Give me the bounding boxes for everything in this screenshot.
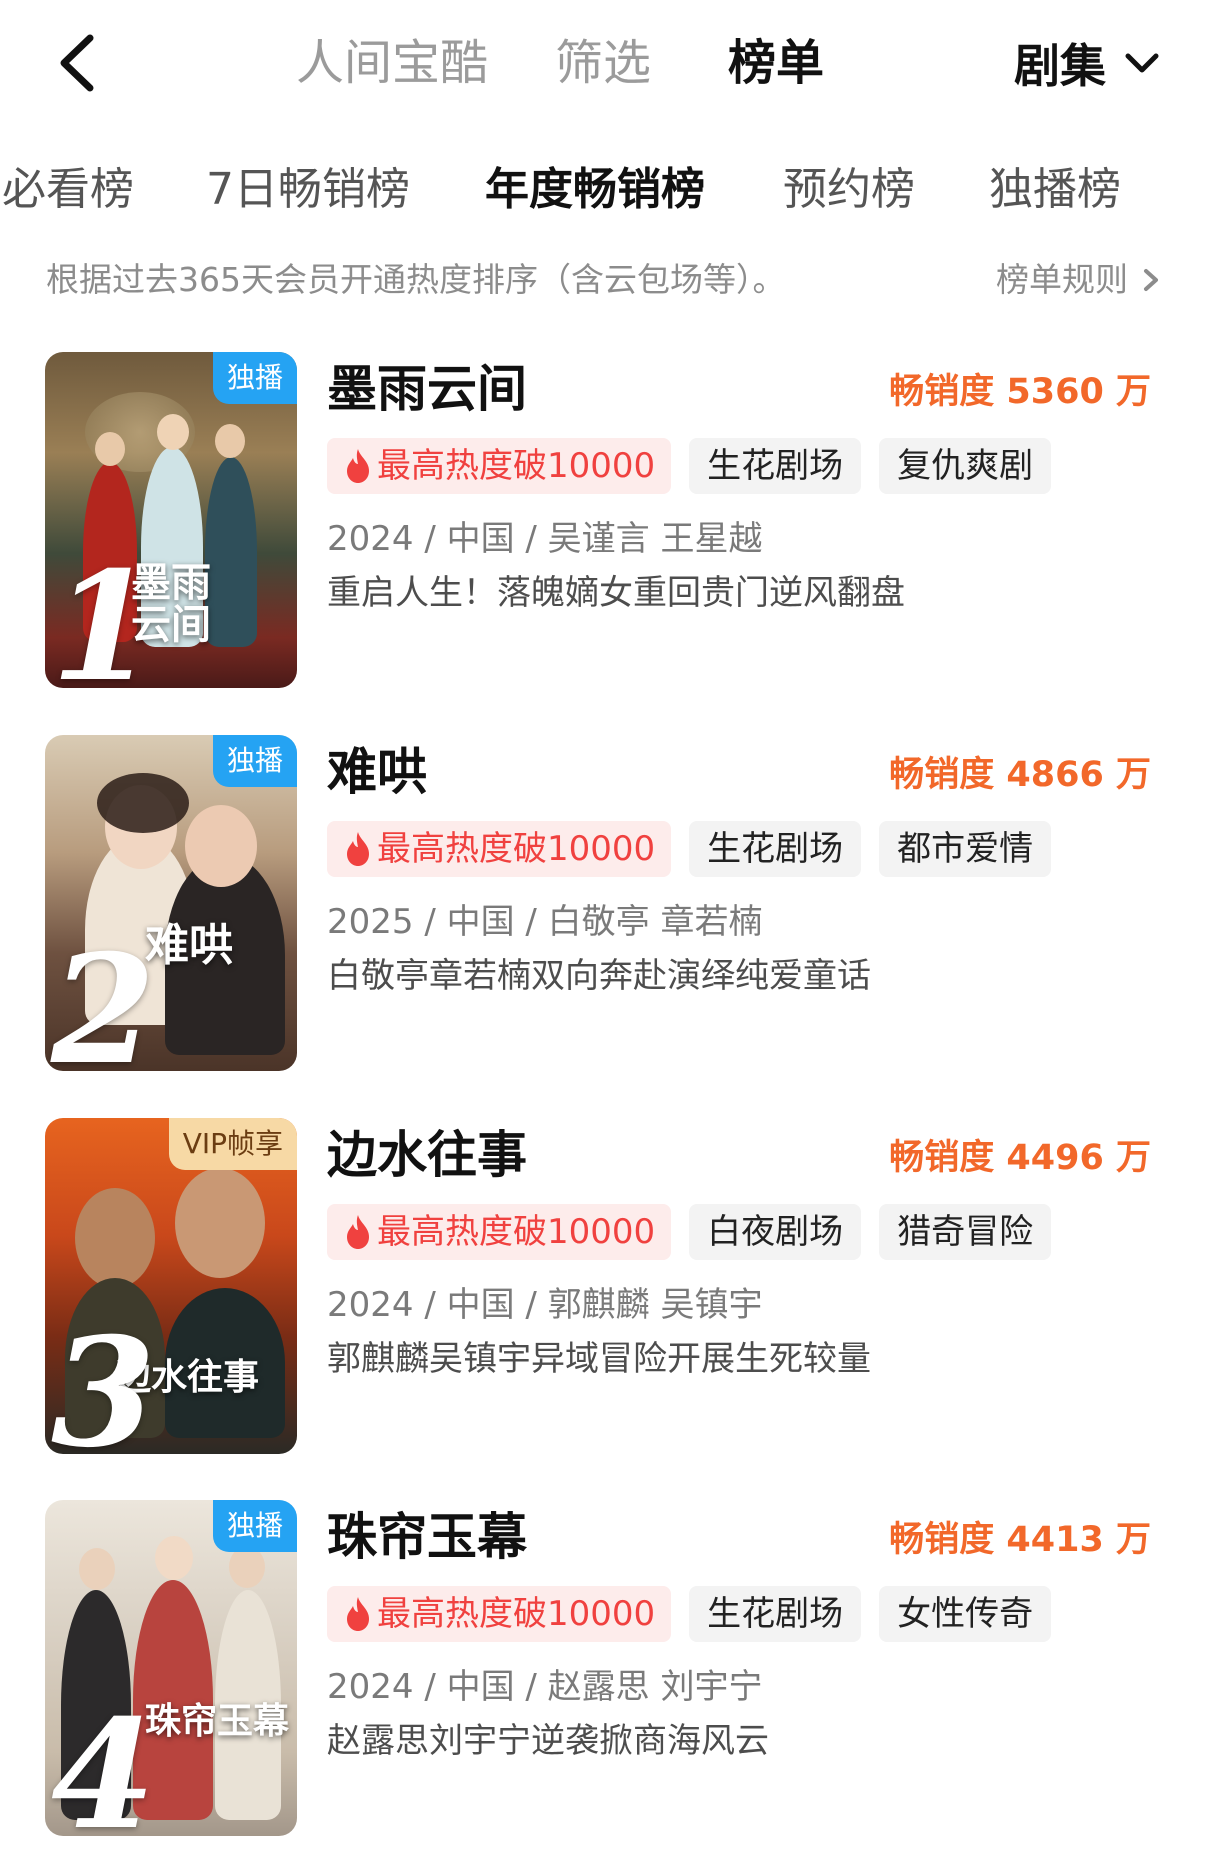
flame-icon bbox=[347, 1215, 369, 1249]
tag-list: 最高热度破10000 生花剧场 都市爱情 bbox=[327, 821, 1069, 877]
genre-tag: 女性传奇 bbox=[879, 1586, 1052, 1642]
hot-tag-label: 最高热度破10000 bbox=[377, 829, 656, 869]
hot-tag-label: 最高热度破10000 bbox=[377, 1212, 656, 1252]
genre-tag: 生花剧场 bbox=[689, 1586, 862, 1642]
list-item[interactable]: 边水往事 3 VIP帧享 边水往事 畅销度 4496 万 最高热度破10000 … bbox=[0, 1118, 1206, 1458]
genre-tag: 复仇爽剧 bbox=[879, 438, 1052, 494]
chevron-left-icon bbox=[60, 34, 94, 92]
list-item[interactable]: 珠帘玉幕 4 独播 珠帘玉幕 畅销度 4413 万 最高热度破10000 生花剧… bbox=[0, 1500, 1206, 1840]
poster-image[interactable]: 边水往事 3 VIP帧享 bbox=[45, 1118, 297, 1454]
ranking-description-row: 根据过去365天会员开通热度排序（含云包场等）。 榜单规则 bbox=[46, 250, 1164, 310]
tab-7day-bestseller[interactable]: 7日畅销榜 bbox=[206, 150, 410, 230]
list-item[interactable]: 墨雨 云间 1 独播 墨雨云间 畅销度 5360 万 最高热度破10000 生花… bbox=[0, 352, 1206, 692]
tab-reservation[interactable]: 预约榜 bbox=[783, 150, 915, 230]
show-meta: 2024 / 中国 / 郭麒麟 吴镇宇 bbox=[327, 1285, 763, 1325]
show-title[interactable]: 墨雨云间 bbox=[327, 354, 527, 424]
nav-tab-renjian-baoku[interactable]: 人间宝酷 bbox=[296, 28, 488, 98]
show-summary: 重启人生！落魄嫡女重回贵门逆风翻盘 bbox=[327, 573, 905, 613]
exclusive-badge: 独播 bbox=[212, 352, 297, 404]
genre-tag: 生花剧场 bbox=[689, 821, 862, 877]
nav-tab-ranking[interactable]: 榜单 bbox=[728, 28, 824, 98]
hot-tag-label: 最高热度破10000 bbox=[377, 446, 656, 486]
tab-annual-bestseller[interactable]: 年度畅销榜 bbox=[485, 150, 705, 230]
show-title[interactable]: 珠帘玉幕 bbox=[327, 1502, 527, 1572]
tag-list: 最高热度破10000 白夜剧场 猎奇冒险 bbox=[327, 1204, 1069, 1260]
category-dropdown[interactable]: 剧集 bbox=[1014, 28, 1164, 98]
ranking-rules-link[interactable]: 榜单规则 bbox=[996, 250, 1164, 310]
show-meta: 2024 / 中国 / 赵露思 刘宇宁 bbox=[327, 1667, 763, 1707]
ranking-rules-label: 榜单规则 bbox=[996, 260, 1128, 299]
tag-list: 最高热度破10000 生花剧场 复仇爽剧 bbox=[327, 438, 1069, 494]
poster-image[interactable]: 墨雨 云间 1 独播 bbox=[45, 352, 297, 688]
hot-tag: 最高热度破10000 bbox=[327, 1586, 672, 1642]
poster-title-text: 珠帘玉幕 bbox=[145, 1700, 290, 1742]
flame-icon bbox=[347, 449, 369, 483]
hot-tag: 最高热度破10000 bbox=[327, 821, 672, 877]
ranking-tabs: 必看榜 7日畅销榜 年度畅销榜 预约榜 独播榜 bbox=[0, 150, 1206, 230]
flame-icon bbox=[347, 832, 369, 866]
rank-number: 1 bbox=[51, 539, 156, 688]
list-item[interactable]: 难哄 2 独播 难哄 畅销度 4866 万 最高热度破10000 生花剧场 都市… bbox=[0, 735, 1206, 1075]
show-meta: 2024 / 中国 / 吴谨言 王星越 bbox=[327, 519, 763, 559]
exclusive-badge: 独播 bbox=[212, 735, 297, 787]
hot-tag: 最高热度破10000 bbox=[327, 1204, 672, 1260]
exclusive-badge: 独播 bbox=[212, 1500, 297, 1552]
sales-score: 畅销度 4866 万 bbox=[889, 755, 1151, 795]
vip-badge: VIP帧享 bbox=[168, 1118, 297, 1170]
rank-number: 4 bbox=[51, 1687, 156, 1836]
category-label: 剧集 bbox=[1014, 39, 1106, 93]
show-title[interactable]: 边水往事 bbox=[327, 1120, 527, 1190]
poster-title-text: 难哄 bbox=[145, 920, 233, 971]
tab-must-watch[interactable]: 必看榜 bbox=[2, 150, 134, 230]
chevron-right-icon bbox=[1144, 269, 1158, 291]
tab-exclusive[interactable]: 独播榜 bbox=[989, 150, 1121, 230]
tag-list: 最高热度破10000 生花剧场 女性传奇 bbox=[327, 1586, 1069, 1642]
nav-tab-filter[interactable]: 筛选 bbox=[555, 28, 651, 98]
genre-tag: 白夜剧场 bbox=[689, 1204, 862, 1260]
show-meta: 2025 / 中国 / 白敬亭 章若楠 bbox=[327, 902, 763, 942]
rank-number: 3 bbox=[51, 1305, 156, 1454]
genre-tag: 生花剧场 bbox=[689, 438, 862, 494]
chevron-down-icon bbox=[1125, 53, 1159, 73]
show-title[interactable]: 难哄 bbox=[327, 737, 427, 807]
poster-image[interactable]: 难哄 2 独播 bbox=[45, 735, 297, 1071]
show-summary: 郭麒麟吴镇宇异域冒险开展生死较量 bbox=[327, 1339, 871, 1379]
hot-tag: 最高热度破10000 bbox=[327, 438, 672, 494]
poster-image[interactable]: 珠帘玉幕 4 独播 bbox=[45, 1500, 297, 1836]
sales-score: 畅销度 5360 万 bbox=[889, 372, 1151, 412]
top-nav-bar: 人间宝酷 筛选 榜单 剧集 bbox=[0, 0, 1206, 130]
genre-tag: 都市爱情 bbox=[879, 821, 1052, 877]
sales-score: 畅销度 4413 万 bbox=[889, 1520, 1151, 1560]
sales-score: 畅销度 4496 万 bbox=[889, 1138, 1151, 1178]
ranking-description: 根据过去365天会员开通热度排序（含云包场等）。 bbox=[46, 260, 786, 299]
show-summary: 白敬亭章若楠双向奔赴演绎纯爱童话 bbox=[327, 956, 871, 996]
show-summary: 赵露思刘宇宁逆袭掀商海风云 bbox=[327, 1721, 769, 1761]
flame-icon bbox=[347, 1597, 369, 1631]
hot-tag-label: 最高热度破10000 bbox=[377, 1594, 656, 1634]
rank-number: 2 bbox=[51, 922, 156, 1071]
back-button[interactable] bbox=[50, 28, 110, 98]
genre-tag: 猎奇冒险 bbox=[879, 1204, 1052, 1260]
